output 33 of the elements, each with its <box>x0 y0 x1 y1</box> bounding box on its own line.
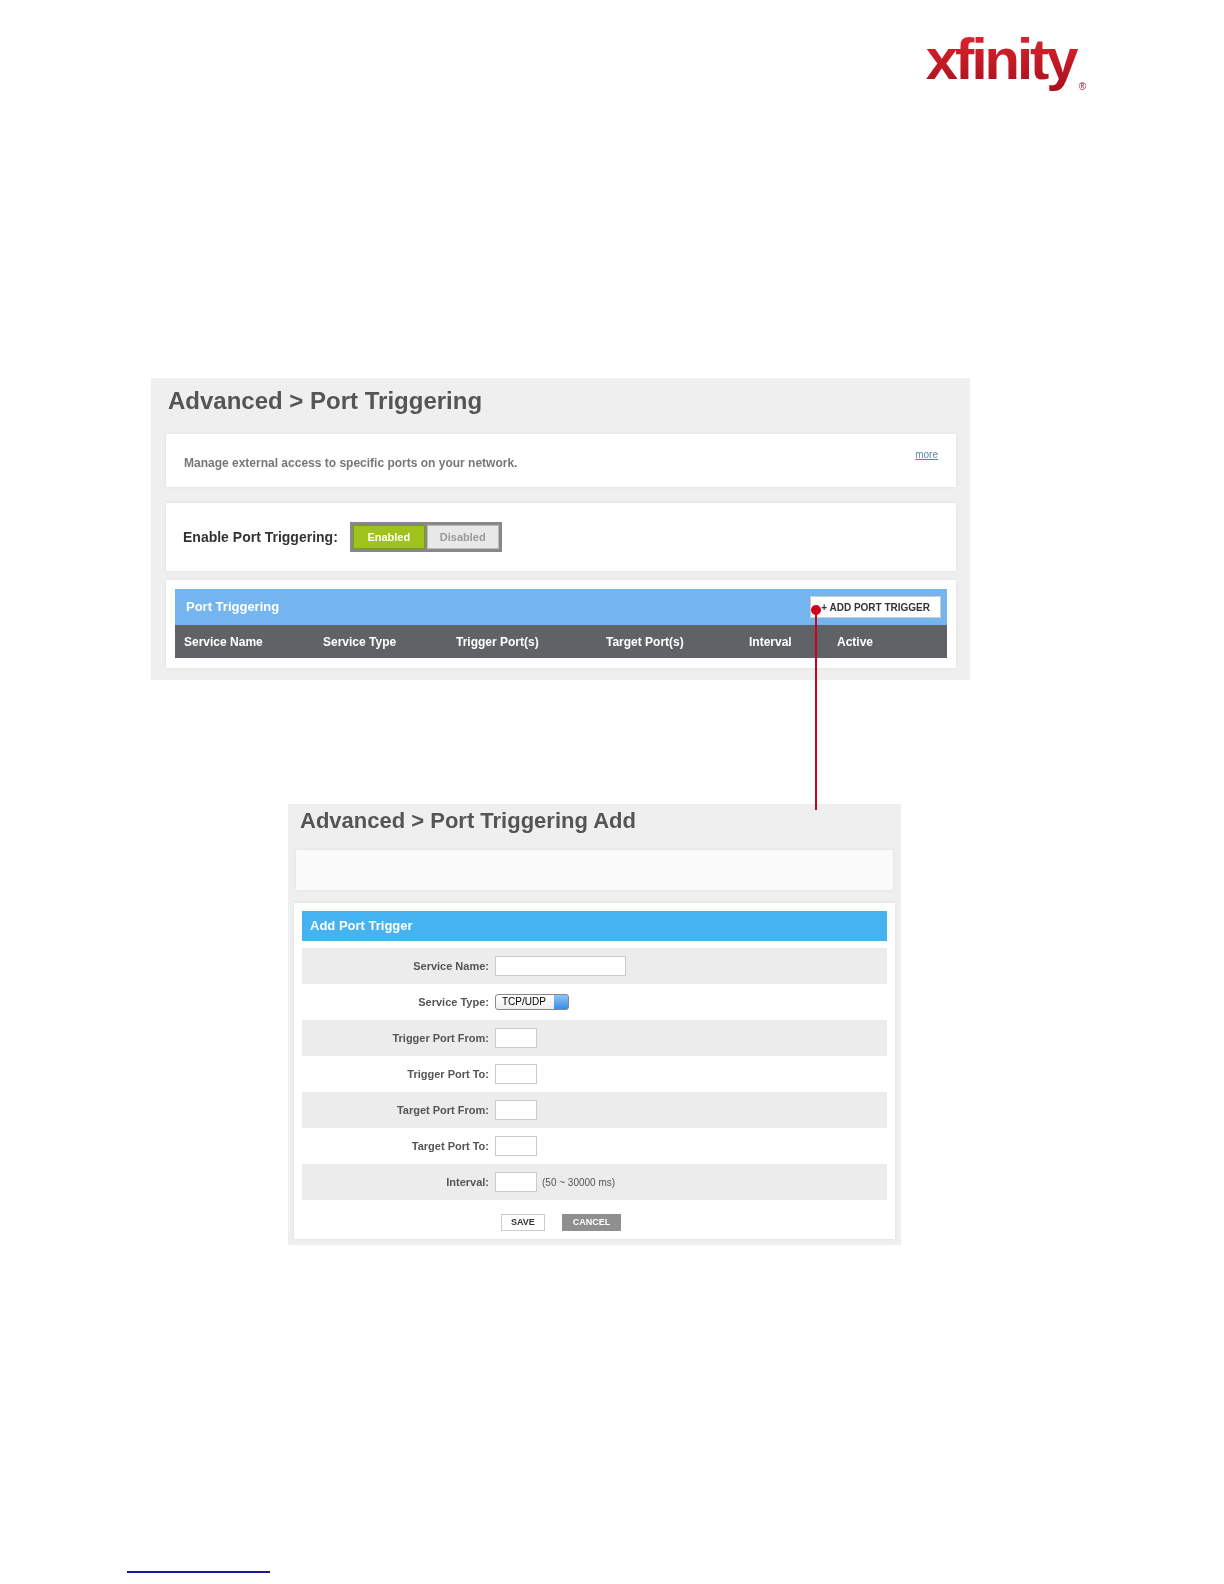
registered-mark: ® <box>1078 80 1086 94</box>
column-header: Service Name <box>184 633 264 651</box>
page-title: Advanced > Port Triggering Add <box>299 807 637 835</box>
form-title: Add Port Trigger <box>302 911 887 941</box>
description-text: Manage external access to specific ports on your network. <box>184 455 518 472</box>
add-port-trigger-button[interactable]: + ADD PORT TRIGGER <box>810 596 941 618</box>
table-title: Port Triggering <box>186 598 280 617</box>
input-field[interactable] <box>495 1100 537 1120</box>
column-header: Interval <box>749 633 793 651</box>
cancel-button[interactable]: CANCEL <box>561 1214 622 1231</box>
input-field[interactable] <box>495 1136 537 1156</box>
input-field[interactable] <box>495 1028 537 1048</box>
hint-text: (50 ~ 30000 ms) <box>542 1175 616 1190</box>
field-label: Trigger Port From: <box>391 1030 490 1046</box>
column-header: Service Type <box>323 633 398 651</box>
more-link[interactable]: more <box>915 447 938 462</box>
select-dropdown[interactable]: TCP/UDP <box>495 994 569 1010</box>
field-label: Service Type: <box>417 994 490 1010</box>
input-field[interactable] <box>495 1172 537 1192</box>
field-label: Trigger Port To: <box>406 1066 490 1082</box>
toggle-option[interactable]: Disabled <box>426 525 499 549</box>
field-label: Interval: <box>445 1174 490 1190</box>
input-field[interactable] <box>495 956 626 976</box>
input-field[interactable] <box>495 1064 537 1084</box>
enable-label: Enable Port Triggering: <box>183 527 338 547</box>
save-button[interactable]: SAVE <box>501 1214 545 1231</box>
field-label: Target Port To: <box>410 1138 490 1154</box>
column-header: Active <box>837 633 875 651</box>
page-title: Advanced > Port Triggering <box>167 386 484 416</box>
column-header: Trigger Port(s) <box>456 633 540 651</box>
field-label: Target Port From: <box>395 1102 490 1118</box>
column-header: Target Port(s) <box>606 633 685 651</box>
field-label: Service Name: <box>412 958 490 974</box>
